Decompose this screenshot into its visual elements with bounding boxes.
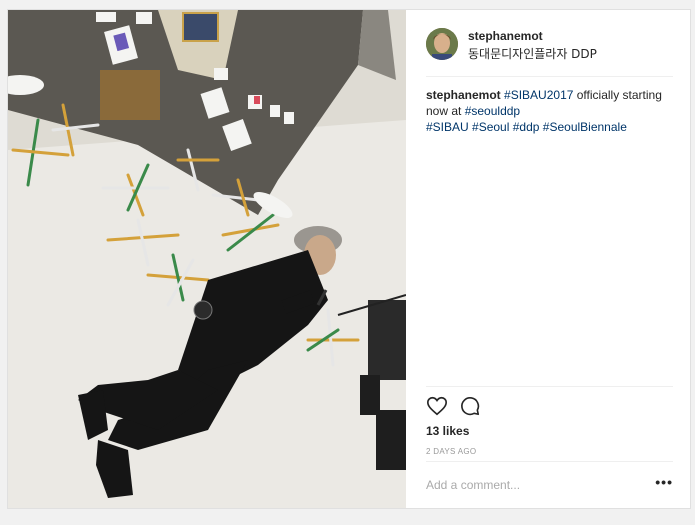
comment-input[interactable] — [426, 476, 626, 494]
hashtag-link[interactable]: #SIBAU — [426, 120, 469, 134]
heart-icon[interactable] — [426, 395, 448, 417]
post-header: stephanemot 동대문디자인플라자 DDP — [426, 24, 673, 77]
caption-username[interactable]: stephanemot — [426, 88, 501, 102]
hashtag-link[interactable]: #ddp — [513, 120, 540, 134]
post-side-panel: stephanemot 동대문디자인플라자 DDP stephanemot #S… — [406, 10, 691, 508]
more-options-button[interactable]: ••• — [655, 474, 673, 490]
hashtag-link[interactable]: #SIBAU2017 — [504, 88, 573, 102]
hashtag-link[interactable]: #SeoulBiennale — [543, 120, 627, 134]
hashtag-link[interactable]: #Seoul — [472, 120, 509, 134]
avatar[interactable] — [426, 28, 458, 60]
likes-count[interactable]: 13 likes — [426, 424, 469, 438]
post-timestamp[interactable]: 2 DAYS AGO — [426, 447, 476, 456]
instagram-post-card: stephanemot 동대문디자인플라자 DDP stephanemot #S… — [7, 9, 691, 509]
post-caption: stephanemot #SIBAU2017 officially starti… — [426, 87, 675, 135]
comment-bar: ••• — [426, 461, 673, 508]
hashtag-link[interactable]: #seoulddp — [465, 104, 520, 118]
post-photo[interactable] — [8, 10, 406, 508]
location-link[interactable]: 동대문디자인플라자 DDP — [468, 45, 597, 62]
username-link[interactable]: stephanemot — [468, 29, 543, 43]
comment-icon[interactable] — [459, 395, 481, 417]
action-bar — [426, 386, 673, 423]
